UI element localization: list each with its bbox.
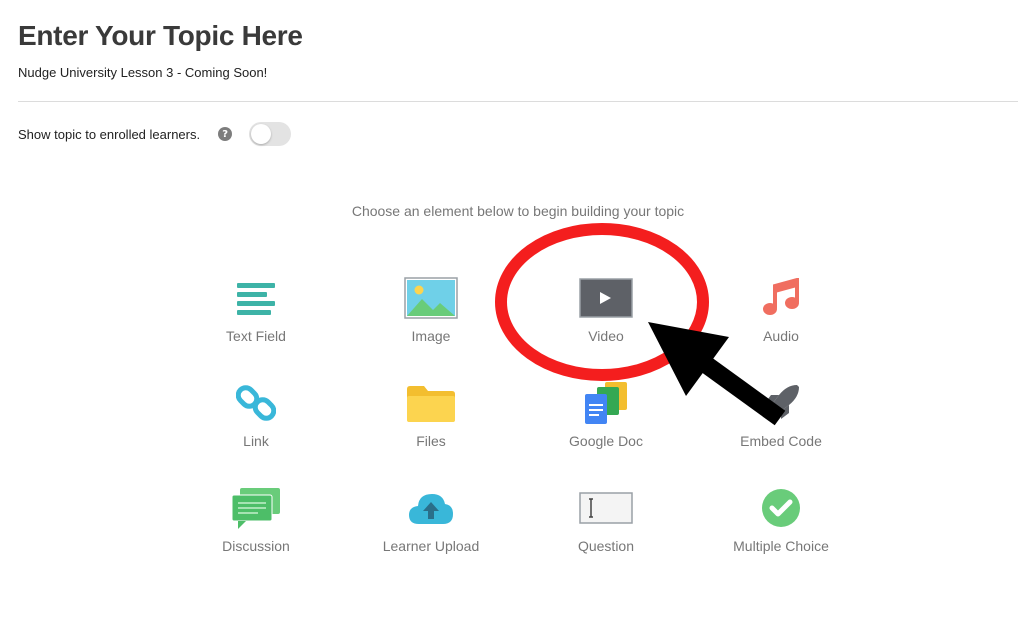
google-doc-icon bbox=[576, 381, 636, 425]
element-discussion[interactable]: Discussion bbox=[171, 486, 341, 576]
folder-icon bbox=[401, 381, 461, 425]
element-image[interactable]: Image bbox=[346, 276, 516, 366]
question-icon bbox=[576, 486, 636, 530]
element-label: Discussion bbox=[222, 538, 290, 554]
element-question[interactable]: Question bbox=[521, 486, 691, 576]
cloud-upload-icon bbox=[401, 486, 461, 530]
topic-subtitle[interactable]: Nudge University Lesson 3 - Coming Soon! bbox=[18, 65, 267, 80]
topic-editor: Enter Your Topic Here Nudge University L… bbox=[0, 0, 1030, 634]
visibility-row: Show topic to enrolled learners. ? bbox=[18, 120, 292, 148]
element-label: Embed Code bbox=[740, 433, 822, 449]
discussion-icon bbox=[226, 486, 286, 530]
audio-icon bbox=[751, 276, 811, 320]
element-google-doc[interactable]: Google Doc bbox=[521, 381, 691, 471]
image-icon bbox=[401, 276, 461, 320]
element-label: Learner Upload bbox=[382, 538, 480, 554]
text-field-icon bbox=[226, 276, 286, 320]
link-icon bbox=[226, 381, 286, 425]
element-label: Files bbox=[416, 433, 446, 449]
element-link[interactable]: Link bbox=[171, 381, 341, 471]
element-text-field[interactable]: Text Field bbox=[171, 276, 341, 366]
toggle-knob bbox=[251, 124, 272, 144]
video-icon bbox=[576, 276, 636, 320]
element-label: Question bbox=[577, 538, 635, 554]
visibility-toggle[interactable] bbox=[249, 122, 292, 146]
divider bbox=[18, 101, 1018, 102]
help-icon[interactable]: ? bbox=[218, 127, 233, 141]
element-video[interactable]: Video bbox=[521, 276, 691, 366]
element-embed-code[interactable]: Embed Code bbox=[696, 381, 866, 471]
topic-title[interactable]: Enter Your Topic Here bbox=[18, 20, 303, 52]
element-label: Google Doc bbox=[569, 433, 643, 449]
element-label: Multiple Choice bbox=[733, 538, 829, 554]
element-multiple-choice[interactable]: Multiple Choice bbox=[696, 486, 866, 576]
element-label: Audio bbox=[763, 328, 799, 344]
rocket-icon bbox=[751, 381, 811, 425]
element-label: Text Field bbox=[226, 328, 286, 344]
element-label: Image bbox=[411, 328, 451, 344]
element-label: Link bbox=[243, 433, 269, 449]
builder-instructions: Choose an element below to begin buildin… bbox=[351, 203, 685, 219]
element-files[interactable]: Files bbox=[346, 381, 516, 471]
element-learner-upload[interactable]: Learner Upload bbox=[346, 486, 516, 576]
check-circle-icon bbox=[751, 486, 811, 530]
visibility-label: Show topic to enrolled learners. bbox=[18, 126, 201, 142]
element-audio[interactable]: Audio bbox=[696, 276, 866, 366]
element-label: Video bbox=[588, 328, 624, 344]
